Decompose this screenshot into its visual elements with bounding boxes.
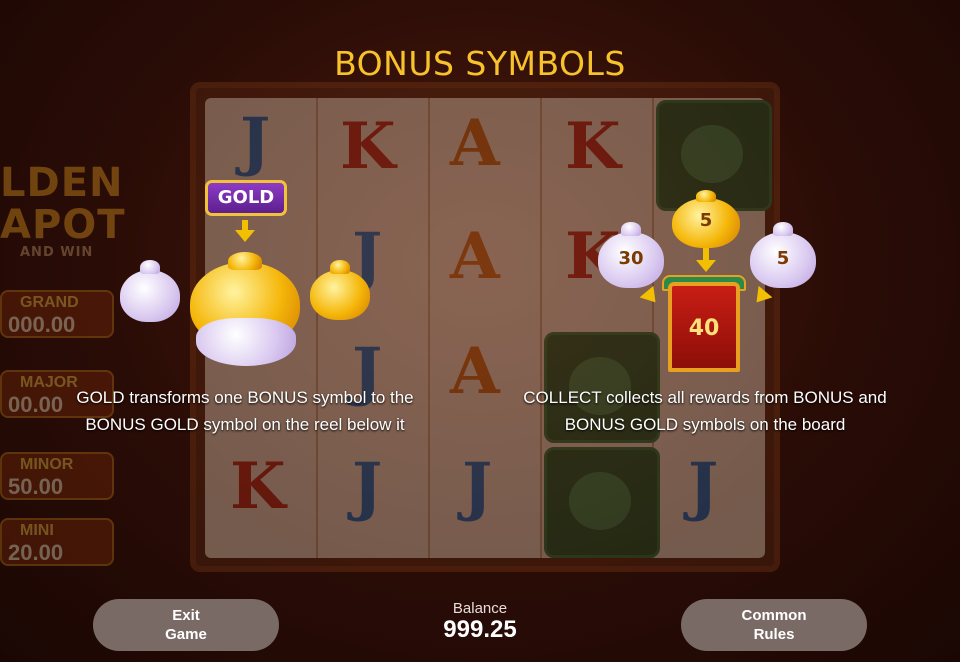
pot-value: 30 bbox=[618, 248, 644, 269]
arrow-down-icon bbox=[242, 220, 248, 230]
common-rules-label: Common bbox=[741, 607, 807, 624]
jackpot-label: MINOR bbox=[20, 456, 74, 473]
reel-symbol-a: A bbox=[450, 106, 500, 181]
jackpot-value: 20.00 bbox=[8, 540, 64, 565]
reel-symbol-k: K bbox=[340, 109, 396, 184]
background-game-board: LDEN APOT AND WIN GRAND 000.00 MAJOR 00.… bbox=[0, 0, 960, 662]
logo-line-3: AND WIN bbox=[20, 245, 94, 260]
bonus-pot-top-icon: 5 bbox=[672, 190, 740, 248]
logo-line-1: LDEN bbox=[0, 160, 124, 206]
jackpot-value: 000.00 bbox=[8, 312, 76, 337]
gold-description: GOLD transforms one BONUS symbol to the … bbox=[40, 384, 450, 438]
reel-divider bbox=[540, 98, 542, 558]
pot-value: 5 bbox=[776, 248, 790, 269]
jackpot-minor: MINOR 50.00 bbox=[0, 452, 114, 500]
pot-value: 5 bbox=[699, 210, 713, 231]
collect-description: COLLECT collects all rewards from BONUS … bbox=[490, 384, 920, 438]
gold-description-line: GOLD transforms one BONUS symbol to the bbox=[76, 388, 414, 407]
jackpot-label: MINI bbox=[20, 522, 54, 539]
reel-symbol-k: K bbox=[565, 109, 621, 184]
collect-door-icon: 40 bbox=[668, 282, 740, 372]
arrow-down-icon bbox=[703, 248, 709, 260]
reel-symbol-turtle bbox=[544, 447, 660, 558]
reel-divider bbox=[316, 98, 318, 558]
jackpot-label: GRAND bbox=[20, 294, 79, 311]
collect-value: 40 bbox=[688, 316, 720, 341]
logo-line-2: APOT bbox=[0, 202, 126, 248]
collect-description-line: COLLECT collects all rewards from BONUS … bbox=[523, 388, 887, 407]
collect-description-line: BONUS GOLD symbols on the board bbox=[564, 415, 846, 434]
reel-symbol-j: J bbox=[240, 104, 271, 179]
bonus-pot-5-icon: 5 bbox=[750, 222, 816, 288]
gold-description-line: BONUS GOLD symbol on the reel below it bbox=[85, 415, 405, 434]
jackpot-value: 50.00 bbox=[8, 474, 64, 499]
reel-symbol-k: K bbox=[230, 449, 286, 524]
reel-divider bbox=[428, 98, 430, 558]
reel-symbol-a: A bbox=[450, 219, 500, 294]
gold-symbol-badge: GOLD bbox=[205, 180, 287, 216]
jackpot-grand: GRAND 000.00 bbox=[0, 290, 114, 338]
game-logo: LDEN APOT AND WIN GRAND 000.00 MAJOR 00.… bbox=[0, 70, 175, 590]
bonus-pot-30-icon: 30 bbox=[598, 222, 664, 288]
arrow-down-icon bbox=[235, 230, 255, 242]
arrow-down-icon bbox=[696, 260, 716, 272]
reel-symbol-j: J bbox=[688, 449, 719, 524]
reel-symbol-j: J bbox=[462, 449, 493, 524]
common-rules-button[interactable]: Common Rules bbox=[681, 599, 867, 651]
jackpot-mini: MINI 20.00 bbox=[0, 518, 114, 566]
page-title: BONUS SYMBOLS bbox=[334, 44, 626, 83]
common-rules-label: Rules bbox=[753, 626, 795, 643]
reel-symbol-j: J bbox=[352, 449, 383, 524]
